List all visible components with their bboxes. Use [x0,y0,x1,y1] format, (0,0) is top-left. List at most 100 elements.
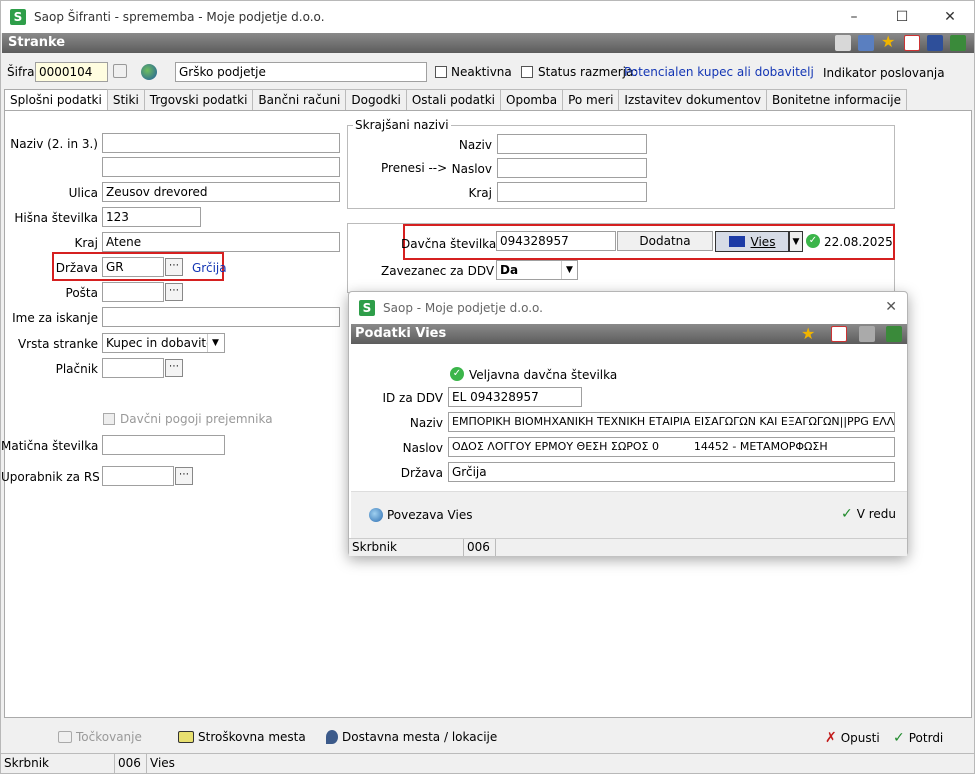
tab-2[interactable]: Trgovski podatki [143,89,254,110]
status-extra: Vies [150,756,175,770]
status-razmerja-checkbox[interactable] [521,66,533,78]
dialog-title: Saop - Moje podjetje d.o.o. [383,301,543,315]
tab-3[interactable]: Bančni računi [252,89,347,110]
short-naziv-input[interactable] [497,134,647,154]
edit-icon[interactable] [835,35,851,51]
status-razmerja-label: Status razmerja: [538,65,638,79]
tab-5[interactable]: Ostali podatki [405,89,502,110]
close-button[interactable]: ✕ [940,7,960,27]
columns-icon[interactable] [858,35,874,51]
ime-za-iskanje-input[interactable] [102,307,340,327]
tab-6[interactable]: Opomba [500,89,564,110]
posta-input[interactable] [102,282,164,302]
ulica-input[interactable]: Zeusov drevored [102,182,340,202]
uporabnik-rs-browse-button[interactable]: ⋯ [175,467,193,485]
short-kraj-input[interactable] [497,182,647,202]
tab-9[interactable]: Bonitetne informacije [765,89,907,110]
web-link-icon [369,508,383,522]
dialog-naziv-label: Naziv [409,416,443,430]
dialog-app-icon: S [359,300,375,316]
saop-app-icon: S [10,9,26,25]
cancel-icon: ✗ [825,730,837,746]
posta-browse-button[interactable]: ⋯ [165,283,183,301]
form-title: Stranke [8,35,66,50]
kraj-input[interactable]: Atene [102,232,340,252]
minimize-button[interactable]: – [844,7,864,27]
maticna-stevilka-input[interactable] [102,435,225,455]
stroskovna-mesta-button[interactable]: Stroškovna mesta [178,730,306,744]
tab-7[interactable]: Po meri [562,89,620,110]
hisna-stevilka-input[interactable]: 123 [102,207,201,227]
potrdi-label: Potrdi [908,731,944,745]
placnik-browse-button[interactable]: ⋯ [165,359,183,377]
davcna-stevilka-input[interactable]: 094328957 [496,231,616,251]
placnik-input[interactable] [102,358,164,378]
stroskovna-icon [178,731,194,743]
vies-button[interactable]: Vies [715,231,789,252]
status-razmerja-value[interactable]: Potencialen kupec ali dobavitelj [624,65,814,79]
dialog-status-bar: Skrbnik 006 [349,538,907,556]
ime-za-iskanje-label: Ime za iskanje [12,311,98,325]
dialog-naslov-input[interactable]: ΟΔΟΣ ΛΟΓΓΟΥ ΕΡΜΟΥ ΘΕΣΗ ΣΩΡΟΣ 0 14452 - Μ… [448,437,895,457]
tab-8[interactable]: Izstavitev dokumentov [618,89,767,110]
potrdi-button[interactable]: ✓ Potrdi [893,730,943,746]
opusti-button[interactable]: ✗ Opusti [825,730,880,746]
posta-label: Pošta [65,286,98,300]
sifra-label: Šifra [7,65,35,79]
vrsta-stranke-dropdown-icon[interactable]: ▼ [207,334,223,352]
drzava-name-link[interactable]: Grčija [192,261,227,275]
davcni-pogoji-checkbox[interactable] [103,413,115,425]
delete-doc-icon[interactable] [904,35,920,51]
confirm-icon: ✓ [893,730,905,746]
refresh-icon[interactable] [113,64,127,78]
naziv2-input[interactable] [102,133,340,153]
book-icon[interactable] [950,35,966,51]
tab-4[interactable]: Dogodki [345,89,407,110]
dodatna-button[interactable]: Dodatna [617,231,713,251]
tab-0[interactable]: Splošni podatki [4,89,108,111]
location-pin-icon [326,730,338,744]
dialog-button-bar: Povezava Vies ✓ V redu [351,491,907,538]
zavezanec-ddv-dropdown-icon[interactable]: ▼ [561,261,577,279]
povezava-vies-button[interactable]: Povezava Vies [369,508,472,522]
vies-check-date: 22.08.2025 [824,235,893,249]
valid-vat-icon: ✓ [450,367,464,381]
star-icon[interactable]: ★ [881,34,897,51]
tockovanje-button[interactable]: Točkovanje [58,730,142,744]
copy-icon[interactable] [927,35,943,51]
skrajsani-nazivi-label: Skrajšani nazivi [353,118,451,132]
sifra-input[interactable]: 0000104 [35,62,108,82]
globe-icon[interactable] [141,64,157,80]
naziv3-input[interactable] [102,157,340,177]
dialog-delete-icon[interactable] [831,326,847,342]
short-naslov-input[interactable] [497,158,647,178]
dostavna-label: Dostavna mesta / lokacije [342,730,498,744]
tab-1[interactable]: Stiki [106,89,145,110]
dialog-naziv-input[interactable]: ΕΜΠΟΡΙΚΗ ΒΙΟΜΗΧΑΝΙΚΗ ΤΕΧΝΙΚΗ ΕΤΑΙΡΙΑ ΕΙΣ… [448,412,895,432]
vrsta-stranke-label: Vrsta stranke [17,337,98,351]
drzava-label: Država [55,261,98,275]
dialog-drzava-input[interactable]: Grčija [448,462,895,482]
dostavna-mesta-button[interactable]: Dostavna mesta / lokacije [326,730,497,744]
drzava-input[interactable]: GR [102,257,164,277]
dialog-print-icon[interactable] [859,326,875,342]
vies-dropdown-icon[interactable]: ▼ [789,231,803,252]
dialog-header: Podatki Vies [351,324,907,344]
drzava-browse-button[interactable]: ⋯ [165,258,183,276]
dialog-star-icon[interactable]: ★ [801,324,817,343]
id-ddv-input[interactable]: EL 094328957 [448,387,582,407]
dialog-close-button[interactable]: ✕ [885,299,897,315]
opusti-label: Opusti [840,731,880,745]
maximize-button[interactable]: ☐ [892,7,912,27]
zavezanec-ddv-label: Zavezanec za DDV [381,264,495,278]
vies-valid-icon: ✓ [806,234,820,248]
company-name-input[interactable]: Grško podjetje [175,62,427,82]
neaktivna-checkbox[interactable] [435,66,447,78]
dialog-naslov-label: Naslov [402,441,443,455]
v-redu-button[interactable]: ✓ V redu [841,506,896,522]
uporabnik-rs-input[interactable] [102,466,174,486]
ulica-label: Ulica [68,186,98,200]
tockovanje-icon [58,731,72,743]
dialog-book-icon[interactable] [886,326,902,342]
placnik-label: Plačnik [55,362,98,376]
